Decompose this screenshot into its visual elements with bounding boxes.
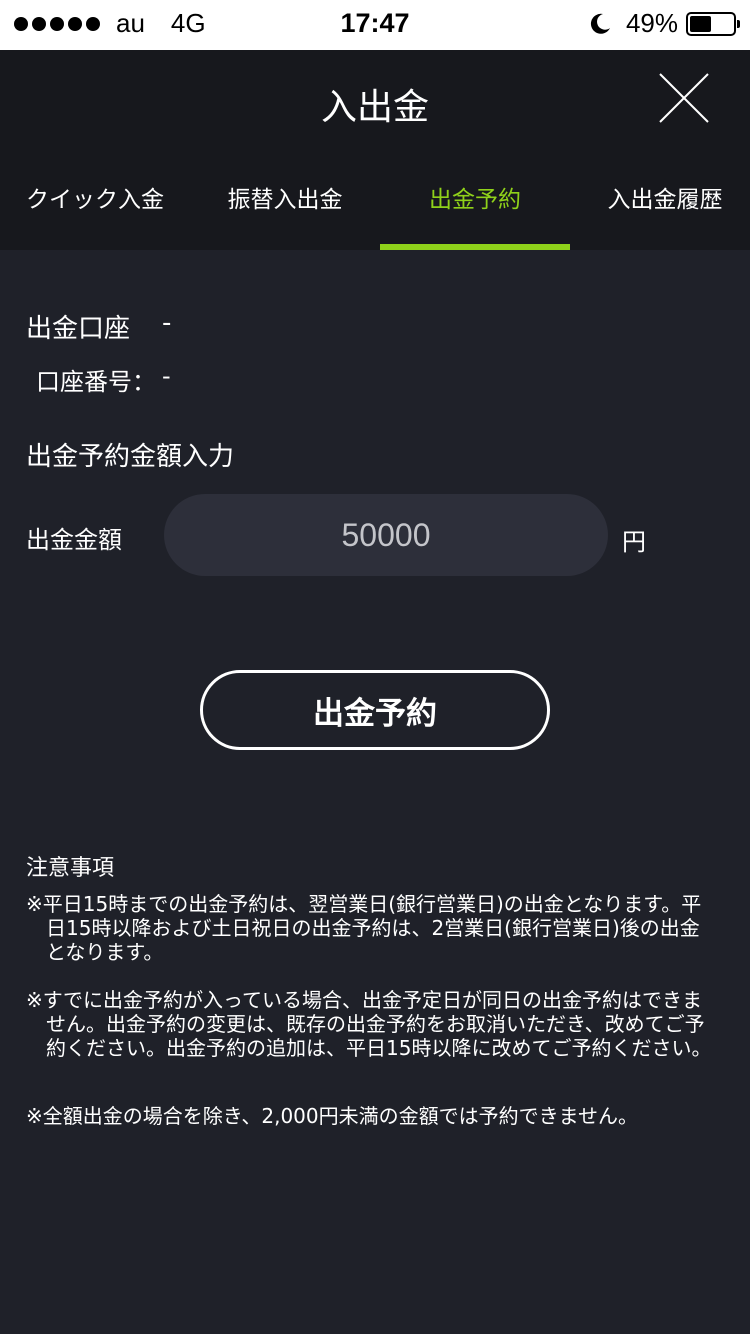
amount-input[interactable] [164,494,608,576]
tab-withdrawal-reservation[interactable]: 出金予約 [380,174,570,250]
status-bar: au 4G 17:47 49% [0,0,750,50]
tab-quick-deposit[interactable]: クイック入金 [0,174,190,250]
battery-fill [690,15,711,32]
note-item: ※全額出金の場合を除き、2,000円未満の金額では予約できません。 [26,1104,639,1128]
status-bar-right: 49% [588,8,740,39]
account-number-value: - [162,362,171,390]
note-item: ※平日15時までの出金予約は、翌営業日(銀行営業日)の出金となります。平日15時… [26,892,702,964]
tab-history[interactable]: 入出金履歴 [570,174,750,250]
amount-section-title: 出金予約金額入力 [26,442,235,472]
header: 入出金 クイック入金 振替入出金 出金予約 入出金履歴 [0,50,750,250]
currency-label: 円 [622,528,646,556]
account-number-label: 口座番号： [36,368,156,396]
main-content: 出金口座 - 口座番号： - 出金予約金額入力 出金金額 円 出金予約 注意事項… [0,250,750,1334]
withdrawal-account-label: 出金口座 [26,314,131,344]
close-icon[interactable] [652,66,716,130]
tab-bar: クイック入金 振替入出金 出金予約 入出金履歴 [0,174,750,250]
withdrawal-account-value: - [162,308,172,338]
amount-label: 出金金額 [26,526,122,554]
tab-transfer[interactable]: 振替入出金 [190,174,380,250]
page-title: 入出金 [320,87,429,128]
battery-icon [686,11,740,36]
notes-title: 注意事項 [26,856,115,881]
moon-icon [590,13,610,34]
battery-percent: 49% [625,8,678,38]
withdrawal-reservation-button[interactable]: 出金予約 [200,670,550,750]
note-item: ※すでに出金予約が入っている場合、出金予定日が同日の出金予約はできません。出金予… [26,988,712,1060]
